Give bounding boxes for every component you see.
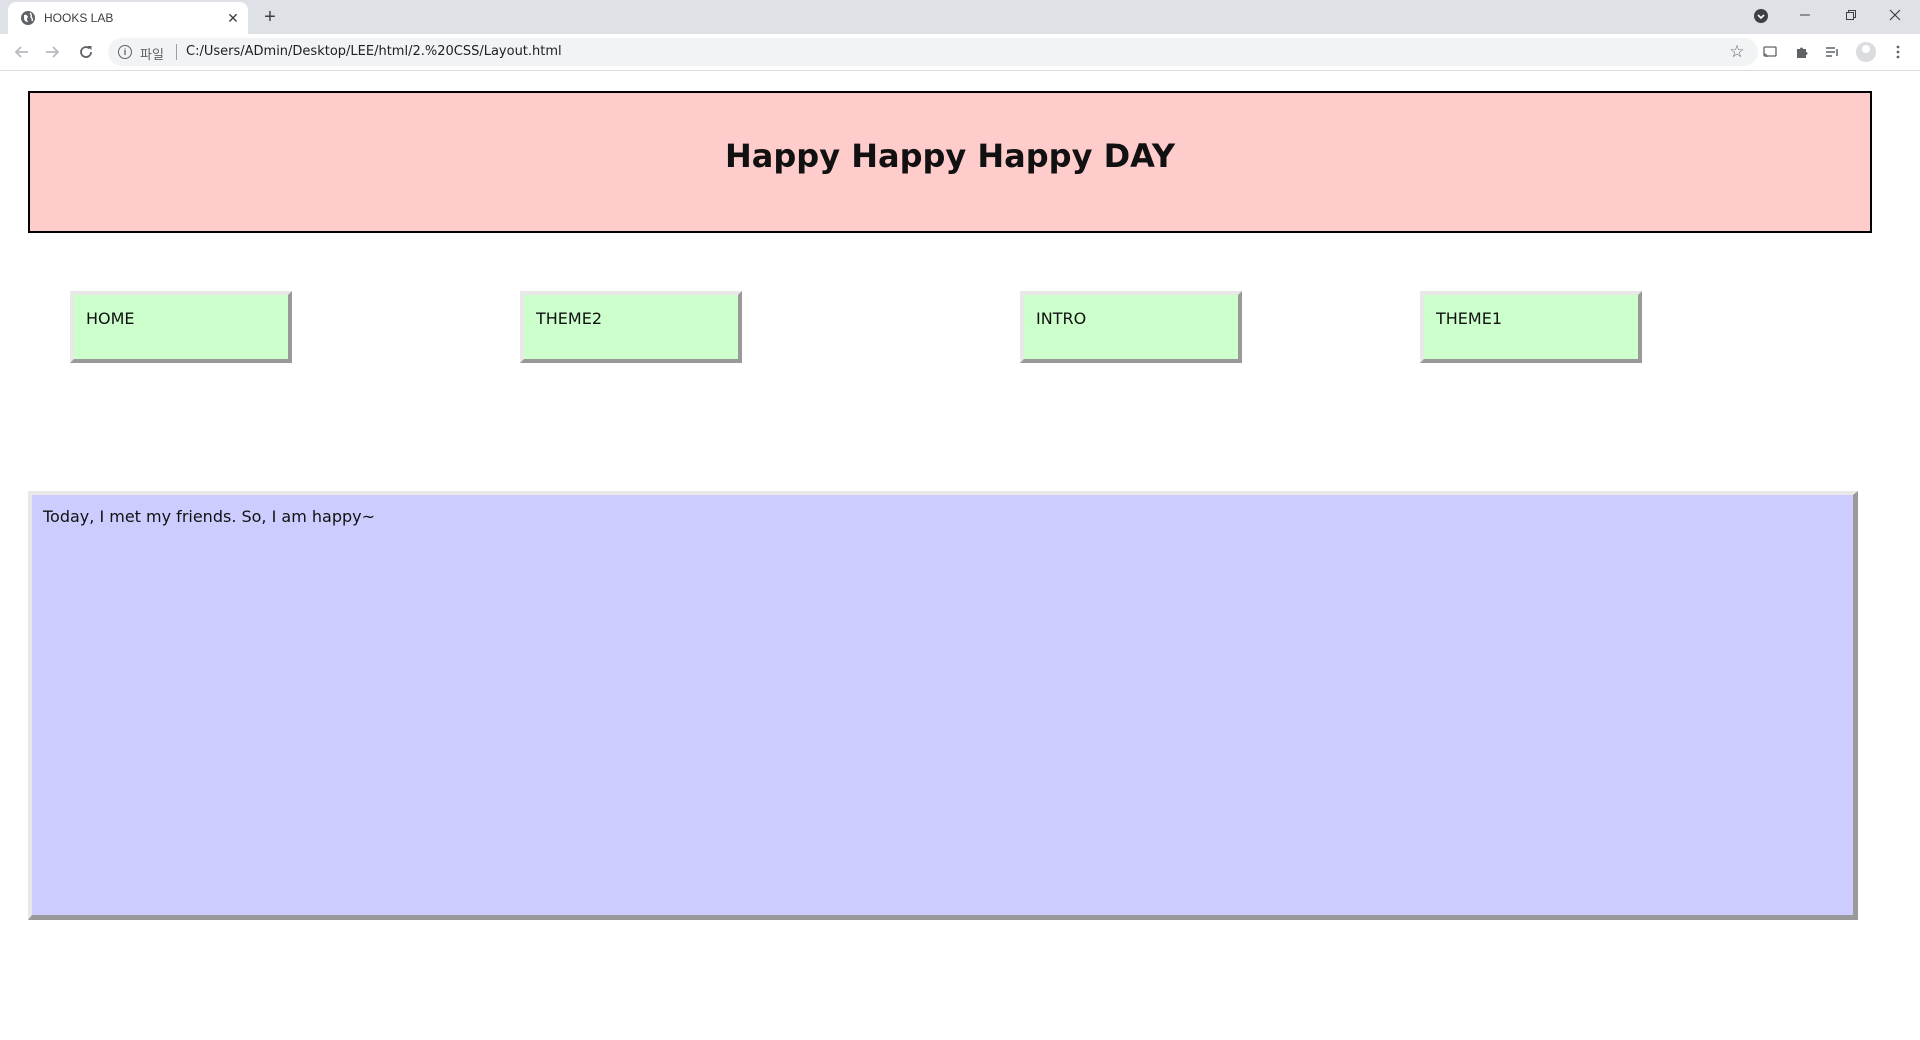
content-text: Today, I met my friends. So, I am happy~ bbox=[43, 507, 376, 526]
back-button[interactable] bbox=[10, 40, 34, 64]
reload-icon bbox=[80, 46, 92, 58]
minimize-button[interactable] bbox=[1782, 0, 1828, 30]
browser-tab[interactable]: HOOKS LAB ✕ bbox=[8, 2, 248, 34]
page-header: Happy Happy Happy DAY bbox=[28, 91, 1872, 233]
cast-glyph-icon bbox=[1763, 46, 1777, 58]
browser-toolbar: i 파일 C:/Users/ADmin/Desktop/LEE/html/2.%… bbox=[0, 34, 1920, 71]
arrow-right-icon bbox=[46, 46, 60, 58]
extensions-puzzle-icon[interactable] bbox=[1792, 42, 1812, 62]
menu-label: HOME bbox=[86, 309, 135, 328]
arrow-left-icon bbox=[14, 46, 28, 58]
bookmark-star-icon[interactable]: ☆ bbox=[1726, 41, 1748, 63]
address-bar[interactable]: i 파일 C:/Users/ADmin/Desktop/LEE/html/2.%… bbox=[108, 38, 1758, 66]
menu-button-home[interactable]: HOME bbox=[70, 291, 292, 363]
menu-label: THEME2 bbox=[536, 309, 603, 328]
more-menu-icon[interactable] bbox=[1888, 42, 1908, 62]
puzzle-glyph-icon bbox=[1797, 47, 1808, 58]
menu-button-theme1[interactable]: THEME1 bbox=[1420, 291, 1642, 363]
page-title: Happy Happy Happy DAY bbox=[725, 137, 1175, 175]
tab-close-icon[interactable]: ✕ bbox=[224, 9, 242, 27]
content-section: Today, I met my friends. So, I am happy~ bbox=[28, 491, 1858, 920]
profile-avatar-icon[interactable] bbox=[1856, 42, 1876, 62]
minimize-icon bbox=[1800, 14, 1810, 16]
close-icon bbox=[1889, 9, 1901, 21]
menu-label: THEME1 bbox=[1436, 309, 1503, 328]
address-separator bbox=[176, 44, 177, 60]
info-icon[interactable]: i bbox=[118, 45, 132, 59]
cast-icon[interactable] bbox=[1760, 42, 1780, 62]
chevron-down-circle-icon bbox=[1754, 9, 1768, 23]
reading-list-icon[interactable] bbox=[1822, 42, 1842, 62]
restore-icon bbox=[1846, 10, 1856, 20]
kebab-icon bbox=[1896, 45, 1900, 59]
page-viewport: Happy Happy Happy DAY HOME THEME2 INTRO … bbox=[0, 71, 1920, 1040]
menu-button-theme2[interactable]: THEME2 bbox=[520, 291, 742, 363]
reload-button[interactable] bbox=[74, 40, 98, 64]
tab-search-button[interactable] bbox=[1738, 0, 1784, 30]
scheme-label: 파일 bbox=[140, 48, 164, 63]
close-window-button[interactable] bbox=[1872, 0, 1918, 30]
menu-label: INTRO bbox=[1036, 309, 1087, 328]
tab-title: HOOKS LAB bbox=[44, 11, 114, 25]
globe-icon bbox=[21, 11, 35, 25]
url-text[interactable]: C:/Users/ADmin/Desktop/LEE/html/2.%20CSS… bbox=[186, 44, 562, 59]
browser-tabstrip: HOOKS LAB ✕ + bbox=[0, 0, 1920, 34]
list-glyph-icon bbox=[1826, 47, 1838, 57]
new-tab-button[interactable]: + bbox=[258, 5, 282, 29]
forward-button[interactable] bbox=[40, 40, 64, 64]
menu-button-intro[interactable]: INTRO bbox=[1020, 291, 1242, 363]
restore-button[interactable] bbox=[1828, 0, 1874, 30]
